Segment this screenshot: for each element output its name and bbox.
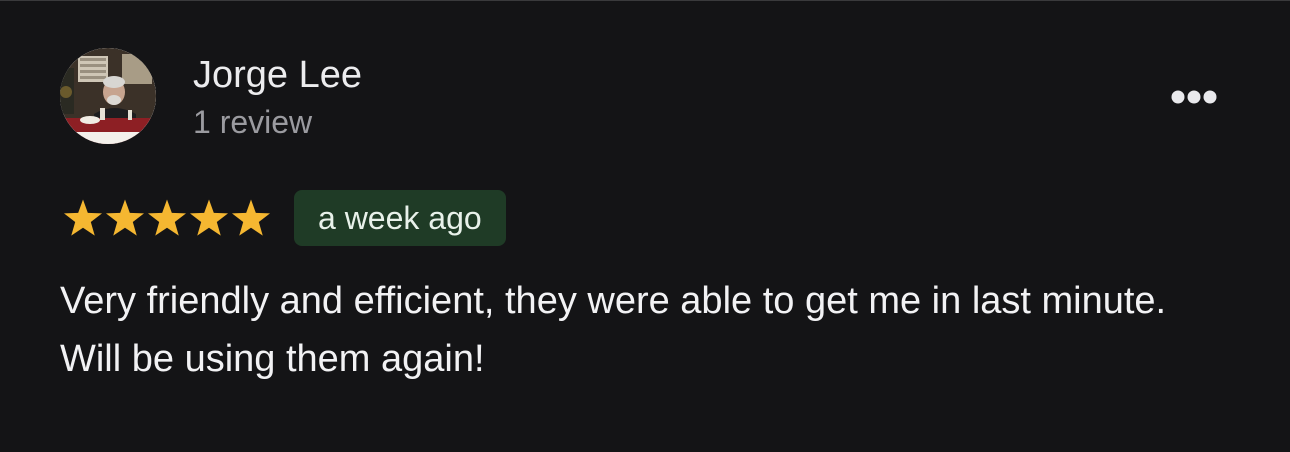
star-icon — [105, 199, 145, 236]
review-card: Jorge Lee 1 review a week ago Very frien… — [0, 0, 1290, 452]
avatar[interactable] — [60, 48, 156, 144]
review-time-badge: a week ago — [294, 190, 506, 246]
rating-row: a week ago — [60, 190, 506, 246]
star-icon — [147, 199, 187, 236]
more-horizontal-icon — [1171, 90, 1217, 104]
star-icon — [231, 199, 271, 236]
star-icon — [189, 199, 229, 236]
avatar-photo — [60, 48, 156, 144]
star-rating — [62, 197, 274, 239]
reviewer-review-count: 1 review — [193, 104, 313, 140]
review-text: Very friendly and efficient, they were a… — [60, 280, 1167, 380]
star-icon — [63, 199, 103, 236]
more-options-button[interactable] — [1162, 80, 1226, 114]
reviewer-name[interactable]: Jorge Lee — [193, 52, 362, 98]
